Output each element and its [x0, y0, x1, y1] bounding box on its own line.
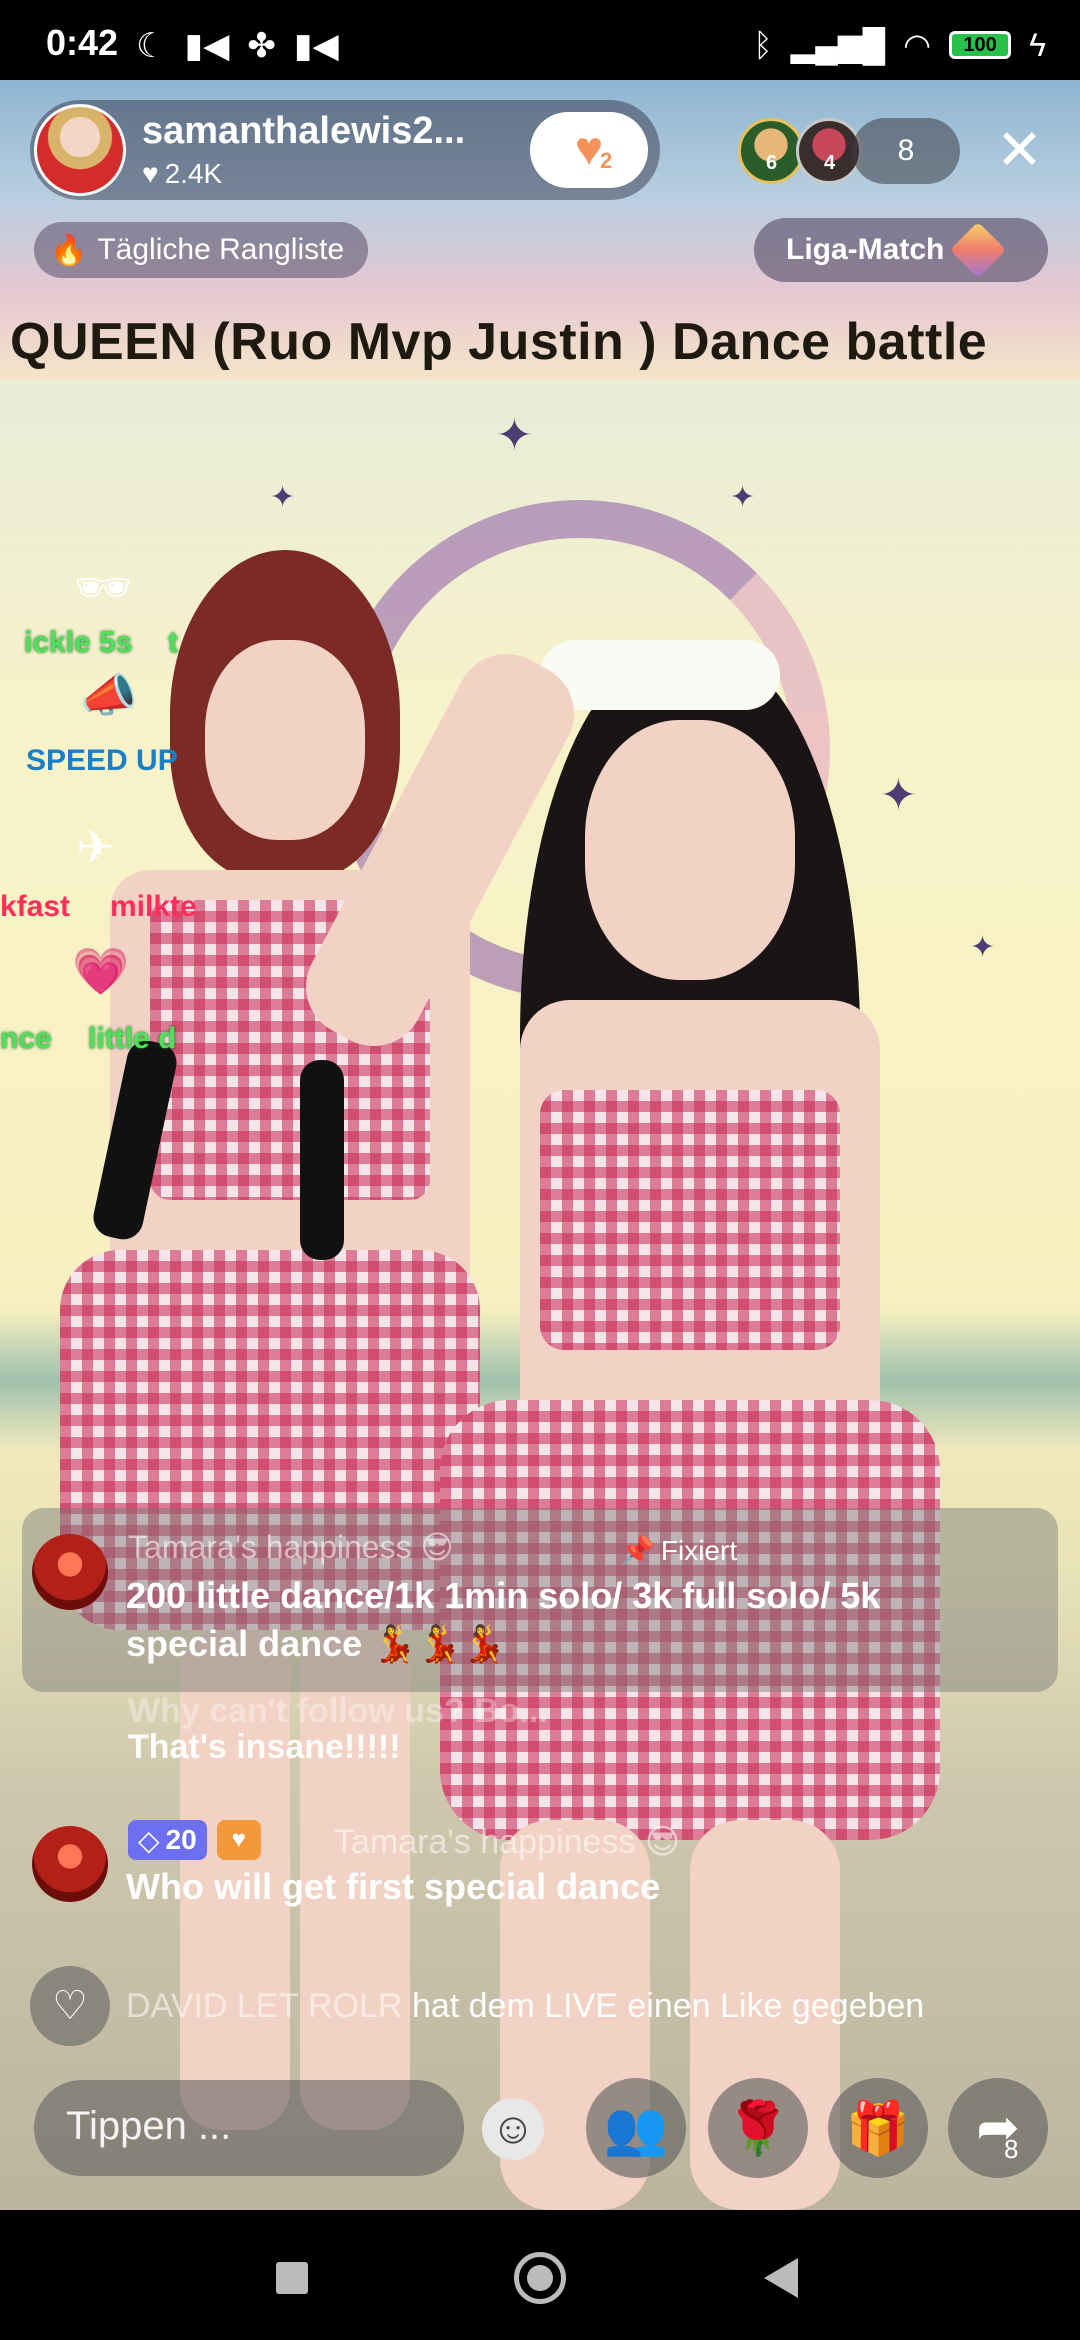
heart-icon: ♥: [142, 158, 159, 189]
like-event-text: hat dem LIVE einen Like gegeben: [411, 1986, 925, 2025]
star-decoration: ✦: [270, 481, 296, 514]
gift-sticker: SPEED UP: [26, 744, 178, 777]
signal-icon: ▂▄▆█: [790, 27, 886, 63]
chat-message-text: Who will get first special dance: [126, 1866, 661, 1907]
gift-sticker: t: [168, 626, 178, 659]
bluetooth-icon: ᛒ: [753, 26, 773, 63]
sunglasses-icon: 🕶: [74, 561, 133, 613]
battery-icon: 100: [949, 31, 1012, 59]
viewer-count[interactable]: 8: [852, 118, 960, 184]
gift-button[interactable]: 🎁: [828, 2078, 928, 2178]
top-viewer-rank: 6: [766, 152, 778, 174]
gift-sticker: kfast: [0, 890, 71, 923]
gem-icon: [950, 221, 1007, 279]
gift-icon: 🎁: [845, 2099, 911, 2158]
star-decoration: ✦: [496, 411, 533, 460]
plane-icon: ✈: [76, 821, 115, 873]
league-match-button[interactable]: Liga-Match: [754, 218, 1048, 282]
fan-icon: ✤: [247, 27, 276, 65]
rose-icon: 🌹: [725, 2099, 791, 2158]
host-avatar[interactable]: [34, 104, 126, 196]
chat-username[interactable]: Tamara's happiness 😎: [334, 1822, 680, 1862]
charging-icon: ϟ: [1029, 26, 1046, 63]
pin-icon: 📌: [620, 1535, 655, 1566]
chat-avatar[interactable]: [32, 1534, 108, 1610]
rose-gift-button[interactable]: 🌹: [708, 2078, 808, 2178]
fan-club-badge: ♥: [216, 1820, 261, 1860]
back-icon[interactable]: [764, 2258, 798, 2298]
follow-badge: 2: [600, 148, 613, 173]
share-count: 8: [1004, 2134, 1019, 2164]
gift-sticker: nce: [0, 1022, 52, 1055]
wifi-icon: ◠: [903, 27, 932, 63]
gift-sticker: milkte: [110, 890, 197, 923]
stream-title-marquee: QUEEN (Ruo Mvp Justin ) Dance battle: [10, 313, 988, 371]
gift-sticker: little d: [88, 1022, 177, 1055]
follow-button[interactable]: ♥ 2: [530, 112, 648, 188]
share-button[interactable]: ➦: [948, 2078, 1048, 2178]
like-username[interactable]: DAVID LET ROLR: [126, 1987, 402, 2025]
top-viewer-rank: 4: [824, 152, 836, 174]
people-icon: 👥: [603, 2099, 669, 2158]
user-badges: ◇ 20 ♥: [128, 1820, 261, 1860]
chat-avatar[interactable]: [32, 1826, 108, 1902]
home-icon[interactable]: [514, 2252, 566, 2304]
status-time: 0:42: [46, 22, 119, 63]
megaphone-icon: 📣: [80, 669, 138, 721]
video-icon: ▮◀: [293, 27, 339, 65]
video-icon: ▮◀: [184, 27, 230, 65]
pinned-username: Tamara's happiness 😎: [128, 1529, 454, 1565]
chat-message-faded: Why can't follow us? Bo...: [128, 1692, 548, 1730]
close-icon[interactable]: ✕: [996, 120, 1043, 180]
pinned-text: 200 little dance/1k 1min solo/ 3k full s…: [126, 1575, 881, 1664]
pinned-tag: 📌 Fixiert: [620, 1534, 738, 1567]
comment-placeholder[interactable]: Tippen ...: [66, 2104, 231, 2149]
level-badge: ◇ 20: [128, 1820, 207, 1860]
heart-outline-icon: ♡: [30, 1966, 110, 2046]
star-decoration: ✦: [970, 931, 996, 964]
diamond-icon: ◇: [138, 1824, 160, 1856]
multi-guest-button[interactable]: 👥: [586, 2078, 686, 2178]
moon-icon: ☾: [136, 27, 167, 65]
host-likes: ♥ 2.4K: [142, 158, 223, 189]
star-decoration: ✦: [880, 771, 917, 820]
flame-icon: 🔥: [50, 233, 88, 267]
gift-sticker: ickle 5s: [24, 626, 133, 659]
star-decoration: ✦: [730, 481, 756, 514]
daily-ranking-button[interactable]: 🔥 Tägliche Rangliste: [34, 222, 369, 278]
recents-icon[interactable]: [276, 2262, 308, 2294]
emoji-icon[interactable]: ☺: [482, 2098, 544, 2160]
status-bar: 0:42 ☾ ▮◀ ✤ ▮◀ ᛒ ▂▄▆█ ◠ 100 ϟ: [0, 0, 1080, 80]
chat-message-text: That's insane!!!!!: [128, 1728, 401, 1766]
host-name[interactable]: samanthalewis2...: [142, 110, 465, 153]
heart-gift-icon: 💗: [72, 945, 130, 997]
like-event: ♡ DAVID LET ROLR hat dem LIVE einen Like…: [30, 1966, 924, 2046]
heart-icon: ♥: [574, 123, 604, 176]
